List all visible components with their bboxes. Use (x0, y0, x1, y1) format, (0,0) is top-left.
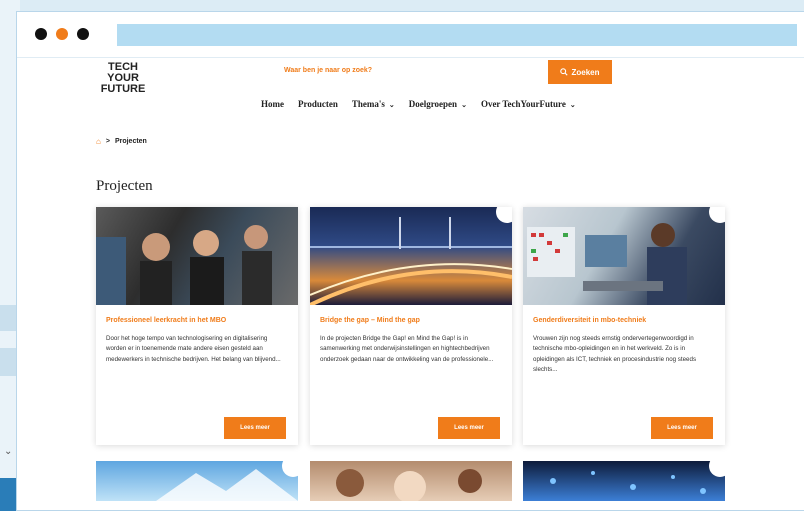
address-bar[interactable] (117, 24, 797, 46)
card-photo (336, 469, 482, 501)
project-card[interactable]: Bridge the gap – Mind the gap In de proj… (310, 207, 512, 445)
card-image (96, 207, 298, 305)
read-more-button[interactable]: Lees meer (438, 417, 500, 439)
card-photo (527, 223, 687, 305)
home-icon[interactable]: ⌂ (96, 137, 101, 146)
card-title[interactable]: Genderdiversiteit in mbo-techniek (533, 317, 715, 324)
breadcrumb-separator: > (105, 138, 110, 145)
search-button[interactable]: Zoeken (548, 60, 612, 84)
main-nav: Home Producten Thema's ⌄ Doelgroepen ⌄ Ove… (261, 99, 590, 109)
nav-label: Doelgroepen (408, 99, 458, 109)
project-card-image[interactable] (96, 461, 298, 501)
card-title[interactable]: Bridge the gap – Mind the gap (320, 317, 502, 324)
search-button-label: Zoeken (571, 67, 600, 77)
card-photo (96, 225, 272, 305)
project-card-image[interactable] (523, 461, 725, 501)
project-card-image[interactable] (310, 461, 512, 501)
read-more-button[interactable]: Lees meer (651, 417, 713, 439)
search-prompt[interactable]: Waar ben je naar op zoek? (284, 67, 372, 74)
project-card[interactable]: Genderdiversiteit in mbo-techniek Vrouwe… (523, 207, 725, 445)
nav-label: Home (261, 99, 284, 109)
page-title: Projecten (96, 178, 153, 194)
card-photo (156, 469, 298, 501)
card-body: Bridge the gap – Mind the gap In de proj… (310, 305, 512, 445)
card-image (310, 207, 512, 305)
breadcrumb-current: Projecten (114, 138, 147, 145)
nav-label: Over TechYourFuture (480, 99, 566, 109)
card-image (523, 207, 725, 305)
card-excerpt: In de projecten Bridge the Gap! en Mind … (320, 335, 494, 363)
card-title[interactable]: Professioneel leerkracht in het MBO (106, 317, 288, 324)
card-excerpt: Door het hoge tempo van technologisering… (106, 335, 281, 363)
nav-item-themas[interactable]: Thema's ⌄ (352, 99, 395, 109)
nav-item-over[interactable]: Over TechYourFuture ⌄ (481, 99, 576, 109)
card-body: Professioneel leerkracht in het MBO Door… (96, 305, 298, 445)
chevron-down-icon: ⌄ (461, 101, 467, 109)
search-icon (560, 68, 569, 76)
card-photo (550, 471, 706, 494)
chevron-down-icon: ⌄ (4, 446, 13, 457)
nav-item-home[interactable]: Home (261, 99, 284, 109)
card-body: Genderdiversiteit in mbo-techniek Vrouwe… (523, 305, 725, 445)
chevron-down-icon: ⌄ (388, 101, 395, 109)
site-logo[interactable]: TECH YOUR FUTURE (90, 62, 156, 97)
window-maximize-dot[interactable] (77, 28, 89, 40)
window-minimize-dot[interactable] (56, 28, 68, 40)
breadcrumb: ⌂ > Projecten (96, 137, 147, 146)
read-more-button[interactable]: Lees meer (224, 417, 286, 439)
nav-label: Producten (298, 99, 338, 109)
project-card[interactable]: Professioneel leerkracht in het MBO Door… (96, 207, 298, 445)
card-photo (310, 217, 512, 305)
title-bar (17, 12, 804, 58)
nav-item-producten[interactable]: Producten (298, 99, 338, 109)
nav-item-doelgroepen[interactable]: Doelgroepen ⌄ (409, 99, 467, 109)
window-close-dot[interactable] (35, 28, 47, 40)
logo-line: FUTURE (100, 83, 146, 95)
nav-label: Thema's (351, 99, 385, 109)
card-excerpt: Vrouwen zijn nog steeds ernstig onderver… (533, 335, 697, 373)
chevron-down-icon: ⌄ (569, 101, 576, 109)
